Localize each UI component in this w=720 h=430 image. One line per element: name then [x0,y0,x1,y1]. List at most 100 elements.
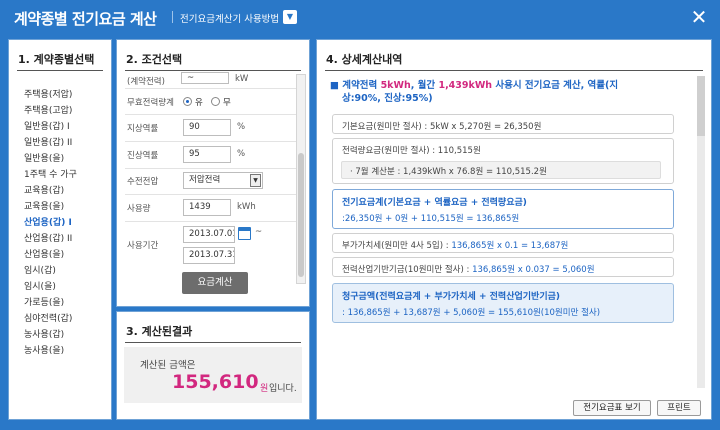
calculate-button[interactable]: 요금계산 [182,272,248,294]
category-item[interactable]: 농사용(갑) [24,327,64,340]
row-divider [125,221,297,222]
category-item[interactable]: 가로등(을) [24,295,64,308]
usage-row: 사용량 1439 kWh [117,197,297,217]
category-item[interactable]: 교육용(갑) [24,183,64,196]
contract-type-panel: 1. 계약종별선택 주택용(저압) 주택용(고압) 일반용(갑) I 일반용(갑… [8,39,112,420]
summary-part: , 월간 [410,80,439,91]
billing-total-box: 청구금액(전력요금계 + 부가가치세 + 전력산업기반기금) : 136,865… [332,283,674,323]
fund-text: 전력산업기반기금(10원미만 절사) : 136,865원 x 0.037 = … [342,263,595,275]
content-frame: 1. 계약종별선택 주택용(저압) 주택용(고압) 일반용(갑) I 일반용(갑… [0,34,720,430]
summary-text: ■ 계약전력 5kWh, 월간 1,439kWh 사용시 전기요금 계산, 역률… [330,79,690,105]
electric-total-value: :26,350원 + 0원 + 110,515원 = 136,865원 [342,214,520,224]
category-item[interactable]: 주택용(고압) [24,103,72,116]
end-date-input[interactable]: 2013.07.31 [183,247,235,264]
chevron-down-icon[interactable]: ▼ [283,10,297,24]
radio-no-label: 무 [223,98,231,108]
category-item[interactable]: 교육용(을) [24,199,64,212]
row-divider [125,141,297,142]
panel-title: 3. 계산된결과 [126,325,193,338]
scrollbar-thumb[interactable] [697,76,705,136]
billing-total-value: : 136,865원 + 13,687원 + 5,060원 = 155,610원… [342,308,601,318]
vat-value: 136,865원 x 0.1 = 13,687원 [451,241,569,251]
panel-title: 2. 조건선택 [126,53,183,66]
radio-no[interactable] [211,97,220,106]
result-suffix: 입니다. [269,384,297,394]
lag-pf-row: 지상역률 90 % [117,117,297,137]
category-item[interactable]: 주택용(저압) [24,87,72,100]
contract-power-field[interactable]: ~ [181,72,229,84]
usage-guide-link[interactable]: 전기요금계산기 사용방법 [180,11,279,25]
category-item[interactable]: 일반용(갑) II [24,135,72,148]
category-item[interactable]: 심야전력(갑) [24,311,72,324]
lag-pf-input[interactable]: 90 [183,119,231,136]
energy-detail-text: · 7월 계산분 : 1,439kWh x 76.8원 = 110,515.2원 [350,167,547,177]
period-row: 사용기간 2013.07.01 ~ 2013.07.31 [117,224,297,268]
unit-label: % [237,122,246,132]
reactive-meter-row: 무효전력량계 유 무 [117,91,297,111]
unit-label: kWh [237,202,256,212]
voltage-select[interactable]: 저압전력 ▼ [183,172,263,189]
field-label: 사용량 [127,204,151,214]
rate-table-button[interactable]: 전기요금표 보기 [573,400,651,416]
scrollbar-thumb[interactable] [298,153,304,277]
electric-total-box: 전기요금계(기본요금 + 역률요금 + 전력량요금) :26,350원 + 0원… [332,189,674,229]
print-button[interactable]: 프린트 [657,400,701,416]
category-item-selected[interactable]: 산업용(갑) I [24,215,72,228]
base-charge-box: 기본요금(원미만 절사) : 5kW x 5,270원 = 26,350원 [332,114,674,134]
field-label: 사용기간 [127,241,159,251]
field-label: 수전전압 [127,177,159,187]
voltage-row: 수전전압 저압전력 ▼ [117,170,297,190]
tilde: ~ [255,227,263,237]
energy-charge-text: 전력량요금(원미만 절사) : 110,515원 [342,146,481,156]
category-item[interactable]: 산업용(을) [24,247,64,260]
result-panel: 3. 계산된결과 계산된 금액은 155,610 원 입니다. [116,311,310,420]
summary-part: 사용시 전기요금 계산, 역률(지 [492,80,619,91]
summary-contract-power: 5kWh [380,80,411,91]
result-amount: 155,610 [172,371,259,393]
billing-total-head: 청구금액(전력요금계 + 부가가치세 + 전력산업기반기금) [342,292,561,302]
row-divider [125,114,297,115]
fund-value: 136,865원 x 0.037 = 5,060원 [472,265,595,275]
field-label: 무효전력량계 [127,98,174,108]
category-item[interactable]: 일반용(갑) I [24,119,70,132]
radio-yes[interactable] [183,97,192,106]
summary-part: ■ 계약전력 [330,80,381,91]
category-item[interactable]: 1주택 수 가구 [24,167,77,180]
vat-label: 부가가치세(원미만 4사 5입) : [342,241,452,251]
title-divider [172,11,173,23]
result-prefix: 계산된 금액은 [140,360,196,371]
divider [125,342,301,343]
category-item[interactable]: 일반용(을) [24,151,64,164]
category-item[interactable]: 산업용(갑) II [24,231,72,244]
scrollbar[interactable] [697,76,705,388]
voltage-value: 저압전력 [189,175,221,185]
lead-pf-row: 진상역률 95 % [117,144,297,164]
contract-power-row: (계약전력) ~ kW [117,72,297,93]
chevron-down-icon[interactable]: ▼ [250,174,261,187]
lead-pf-input[interactable]: 95 [183,146,231,163]
detail-panel: 4. 상세계산내역 ■ 계약전력 5kWh, 월간 1,439kWh 사용시 전… [316,39,712,420]
window-title: 계약종별 전기요금 계산 [14,10,157,28]
scrollbar[interactable] [296,74,306,284]
fund-box: 전력산업기반기금(10원미만 절사) : 136,865원 x 0.037 = … [332,257,674,277]
calendar-icon[interactable] [238,227,251,240]
result-currency: 원 [260,384,269,394]
start-date-input[interactable]: 2013.07.01 [183,226,235,243]
category-item[interactable]: 임시(을) [24,279,56,292]
divider [125,70,301,71]
usage-input[interactable]: 1439 [183,199,231,216]
row-divider [125,88,297,89]
field-label: 진상역률 [127,151,159,161]
category-item[interactable]: 농사용(을) [24,343,64,356]
energy-charge-box: 전력량요금(원미만 절사) : 110,515원 · 7월 계산분 : 1,43… [332,138,674,184]
row-divider [125,194,297,195]
divider [325,70,703,71]
condition-panel: 2. 조건선택 (계약전력) ~ kW 무효전력량계 유 무 지상역률 90 %… [116,39,310,307]
divider [17,70,103,71]
field-label: (계약전력) [127,77,165,87]
vat-box: 부가가치세(원미만 4사 5입) : 136,865원 x 0.1 = 13,6… [332,233,674,253]
summary-part: 상:90%, 진상:95%) [342,93,433,104]
category-item[interactable]: 임시(갑) [24,263,56,276]
close-icon[interactable]: ✕ [688,6,710,28]
energy-detail-box: · 7월 계산분 : 1,439kWh x 76.8원 = 110,515.2원 [341,161,661,179]
